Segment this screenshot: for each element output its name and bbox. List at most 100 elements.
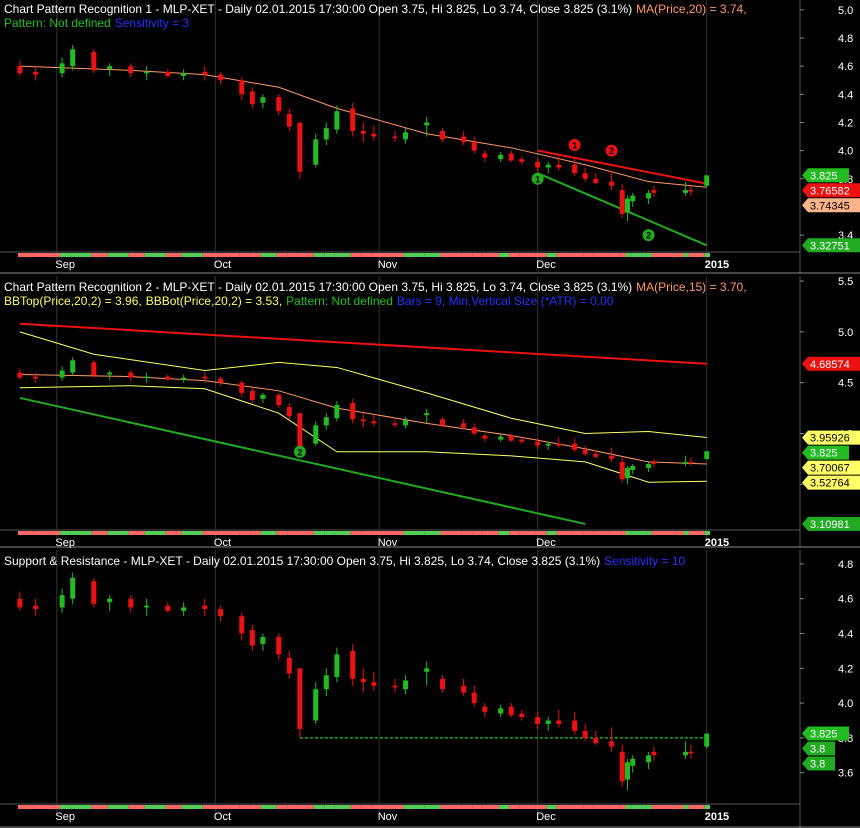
direction-strip-cell: [60, 531, 71, 535]
direction-strip-cell: [535, 531, 547, 535]
candle-body: [249, 91, 255, 105]
panel-pattern-recognition-2[interactable]: 5.55.04.54.03.5SepOctNovDec201524.685743…: [0, 276, 860, 548]
x-axis-label: Nov: [378, 259, 398, 271]
direction-strip-cell: [593, 253, 610, 257]
candle-body: [482, 706, 488, 712]
x-axis-label: 2015: [705, 259, 729, 271]
direction-strip-cell: [165, 531, 182, 535]
candle-body: [323, 417, 329, 426]
direction-strip-cell: [440, 253, 462, 257]
y-tick-label: 4.8: [838, 33, 853, 45]
panel2-pattern-label: Pattern: Not defined: [286, 294, 393, 308]
direction-strip-cell: [472, 531, 483, 535]
pattern-point-label: 1: [572, 141, 577, 151]
direction-strip-cell: [334, 253, 351, 257]
candle-body: [519, 159, 525, 162]
candle-body: [165, 605, 171, 611]
direction-strip-cell: [583, 253, 594, 257]
candle-body: [508, 435, 514, 441]
direction-strip-cell: [91, 253, 108, 257]
candle-body: [482, 153, 488, 158]
y-tick-label: 4.4: [838, 629, 853, 641]
candle-body: [498, 154, 504, 160]
direction-strip-cell: [313, 253, 325, 257]
direction-strip-cell: [546, 805, 557, 809]
candle-body: [545, 720, 551, 724]
direction-strip-cell: [287, 253, 298, 257]
direction-strip-cell: [646, 805, 652, 809]
direction-strip-cell: [440, 805, 462, 809]
panel-pattern-recognition-1[interactable]: 5.04.84.64.44.24.03.83.4SepOctNovDec2015…: [0, 0, 860, 274]
candle-body: [572, 443, 578, 450]
candle-body: [59, 63, 65, 74]
direction-strip-cell: [60, 253, 71, 257]
candle-body: [323, 675, 329, 690]
candle-body: [334, 654, 340, 677]
candle-body: [471, 142, 477, 151]
direction-strip-cell: [128, 805, 145, 809]
direction-strip-cell: [688, 805, 705, 809]
direction-strip-cell: [392, 805, 404, 809]
candle-body: [144, 71, 150, 74]
candle-body: [17, 598, 23, 608]
candle-body: [619, 751, 625, 782]
direction-strip-cell: [392, 531, 404, 535]
direction-strip-cell: [498, 253, 510, 257]
direction-strip-cell: [556, 805, 573, 809]
price-tag-label: 3.8: [810, 744, 825, 756]
direction-strip-cell: [297, 531, 314, 535]
direction-strip-cell: [688, 531, 705, 535]
panel2-bars-label: Bars = 9, Min.Vertical Size (*ATR) = 0.0…: [396, 294, 614, 308]
chart-svg-1[interactable]: 5.04.84.64.44.24.03.83.4SepOctNovDec2015…: [0, 0, 860, 274]
direction-strip-cell: [371, 253, 393, 257]
candle-body: [572, 720, 578, 731]
x-axis-label: 2015: [705, 811, 729, 823]
direction-strip-cell: [593, 805, 610, 809]
candle-body: [128, 66, 134, 74]
direction-strip-cell: [361, 805, 372, 809]
direction-strip-cell: [392, 253, 404, 257]
direction-strip-cell: [403, 253, 425, 257]
direction-strip-cell: [144, 253, 166, 257]
x-axis-label: Sep: [55, 259, 75, 271]
candle-body: [683, 461, 689, 464]
y-tick-label: 4.6: [838, 61, 853, 73]
candle-body: [471, 692, 477, 704]
direction-strip-cell: [202, 805, 219, 809]
chart-svg-3[interactable]: 4.8 4.6 4.4 4.2 4.0 3.8 3.6 Sep Oct Nov Dec 2015 3.8…: [0, 550, 860, 828]
candle-body: [424, 668, 430, 672]
candle-body: [360, 130, 366, 134]
direction-strip-cell: [651, 253, 684, 257]
x-axis-label: Dec: [536, 537, 556, 548]
direction-strip-cell: [128, 531, 145, 535]
direction-strip-cell: [651, 805, 684, 809]
y-tick-label: 4.0: [838, 698, 853, 710]
direction-strip-cell: [181, 531, 203, 535]
panel2-bbtop-label: BBTop(Price,20,2) = 3.96,: [4, 294, 142, 308]
candle-body: [609, 181, 615, 186]
direction-strip-cell: [350, 805, 362, 809]
price-tag-label: 3.8: [810, 759, 825, 771]
direction-strip-cell: [250, 531, 261, 535]
candle-body: [461, 423, 467, 428]
panel-support-resistance[interactable]: 4.8 4.6 4.4 4.2 4.0 3.8 3.6 Sep Oct Nov Dec 2015 3.8…: [0, 550, 860, 828]
candle-body: [107, 372, 113, 375]
chart-svg-2[interactable]: 5.55.04.54.03.5SepOctNovDec201524.685743…: [0, 276, 860, 548]
candle-body: [545, 443, 551, 446]
direction-strip-cell: [403, 531, 425, 535]
direction-strip-cell: [91, 805, 108, 809]
y-tick-label: 4.2: [838, 117, 853, 129]
price-tag-label: 3.10981: [810, 519, 850, 531]
candle-body: [107, 66, 113, 69]
pattern-point-label: 2: [609, 146, 614, 156]
candle-body: [471, 427, 477, 434]
direction-strip-cell: [17, 805, 34, 809]
candle-body: [144, 605, 150, 608]
candle-body: [392, 136, 398, 139]
direction-strip-cell: [482, 531, 499, 535]
bollinger-bottom-line: [19, 385, 707, 483]
candle-body: [181, 607, 187, 611]
direction-strip-cell: [593, 531, 610, 535]
direction-strip-cell: [625, 253, 631, 257]
direction-strip-cell: [218, 253, 240, 257]
